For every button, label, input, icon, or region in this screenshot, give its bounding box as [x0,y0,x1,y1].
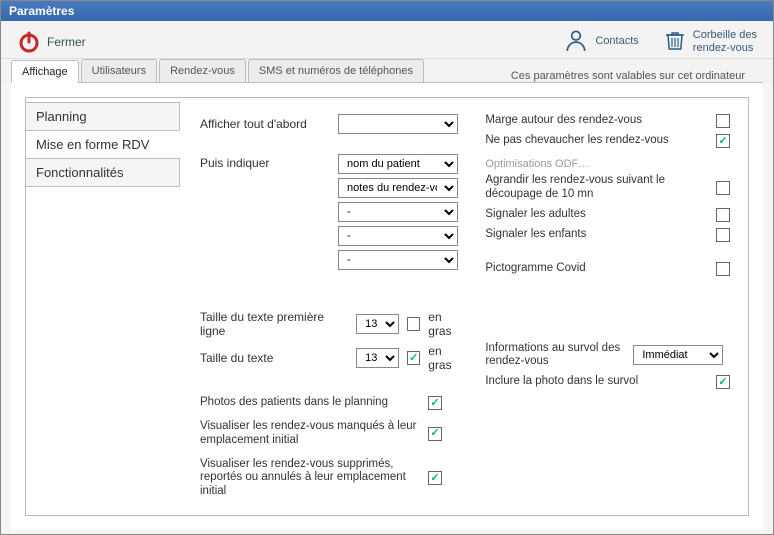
form-col-left: Afficher tout d'abord Puis indiquer nom … [200,114,465,505]
label-marge: Marge autour des rendez-vous [485,114,708,128]
panel: Planning Mise en forme RDV Fonctionnalit… [25,97,749,516]
label-taille-texte: Taille du texte [200,351,348,365]
power-icon [17,30,41,54]
checkbox-inclure-photo[interactable] [716,375,730,389]
contacts-button[interactable]: Contacts [557,25,644,58]
label-no-overlap: Ne pas chevaucher les rendez-vous [485,134,708,148]
trash-icon [663,27,687,56]
group-optimisations-odf: Optimisations ODF… [485,158,730,170]
checkbox-signaler-enfants[interactable] [716,228,730,242]
close-label: Fermer [47,35,86,49]
select-indiquer-4[interactable]: - [338,226,458,246]
select-taille-premiere[interactable]: 13 [356,314,399,334]
checkbox-agrandir[interactable] [716,181,730,195]
label-visu-supprimes: Visualiser les rendez-vous supprimés, re… [200,458,420,499]
tab-sms[interactable]: SMS et numéros de téléphones [248,59,424,82]
label-taille-premiere: Taille du texte première ligne [200,310,348,338]
label-photos-planning: Photos des patients dans le planning [200,396,420,410]
checkbox-marge[interactable] [716,114,730,128]
label-afficher-tout: Afficher tout d'abord [200,117,330,131]
label-visu-manques: Visualiser les rendez-vous manqués à leu… [200,420,420,448]
settings-window: Paramètres Fermer Contacts Corbeille des [0,0,774,535]
label-signaler-adultes: Signaler les adultes [485,208,708,222]
select-info-survol[interactable]: Immédiat [633,345,723,365]
select-indiquer-1[interactable]: nom du patient [338,154,458,174]
trash-label: Corbeille des rendez-vous [693,29,757,53]
close-button[interactable]: Fermer [11,28,92,56]
checkbox-gras-texte[interactable] [407,351,420,365]
checkbox-signaler-adultes[interactable] [716,208,730,222]
content-area: Planning Mise en forme RDV Fonctionnalit… [11,82,763,530]
tabstrip: Affichage Utilisateurs Rendez-vous SMS e… [1,59,773,82]
label-signaler-enfants: Signaler les enfants [485,228,708,242]
sidenav-item-planning[interactable]: Planning [26,102,180,131]
window-title: Paramètres [1,1,773,21]
tab-affichage[interactable]: Affichage [11,60,79,83]
person-icon [563,27,589,56]
checkbox-visu-supprimes[interactable] [428,471,442,485]
select-indiquer-2[interactable]: notes du rendez-vous [338,178,458,198]
label-puis-indiquer: Puis indiquer [200,154,330,170]
label-picto-covid: Pictogramme Covid [485,262,708,276]
select-indiquer-5[interactable]: - [338,250,458,270]
select-indiquer-3[interactable]: - [338,202,458,222]
label-inclure-photo: Inclure la photo dans le survol [485,375,708,389]
checkbox-gras-premiere[interactable] [407,317,420,331]
label-gras-1: en gras [428,310,465,338]
tab-scope-note: Ces paramètres sont valables sur cet ord… [511,65,763,82]
form-col-right: Marge autour des rendez-vous Ne pas chev… [485,114,730,505]
checkbox-picto-covid[interactable] [716,262,730,276]
label-agrandir: Agrandir les rendez-vous suivant le déco… [485,174,708,202]
select-taille-texte[interactable]: 13 [356,348,399,368]
toolbar: Fermer Contacts Corbeille des rendez-vou… [1,21,773,59]
checkbox-photos-planning[interactable] [428,396,442,410]
sidenav-item-fonctionnalites[interactable]: Fonctionnalités [26,158,180,187]
checkbox-no-overlap[interactable] [716,134,730,148]
side-nav: Planning Mise en forme RDV Fonctionnalit… [26,98,180,515]
label-info-survol: Informations au survol des rendez-vous [485,342,625,370]
form-area: Afficher tout d'abord Puis indiquer nom … [180,98,748,515]
tab-rendezvous[interactable]: Rendez-vous [159,59,246,82]
sidenav-item-mise-en-forme[interactable]: Mise en forme RDV [26,130,180,159]
contacts-label: Contacts [595,35,638,47]
tab-utilisateurs[interactable]: Utilisateurs [81,59,157,82]
checkbox-visu-manques[interactable] [428,427,442,441]
label-gras-2: en gras [428,344,465,372]
trash-appointments-button[interactable]: Corbeille des rendez-vous [657,25,763,58]
select-afficher-tout[interactable] [338,114,458,134]
